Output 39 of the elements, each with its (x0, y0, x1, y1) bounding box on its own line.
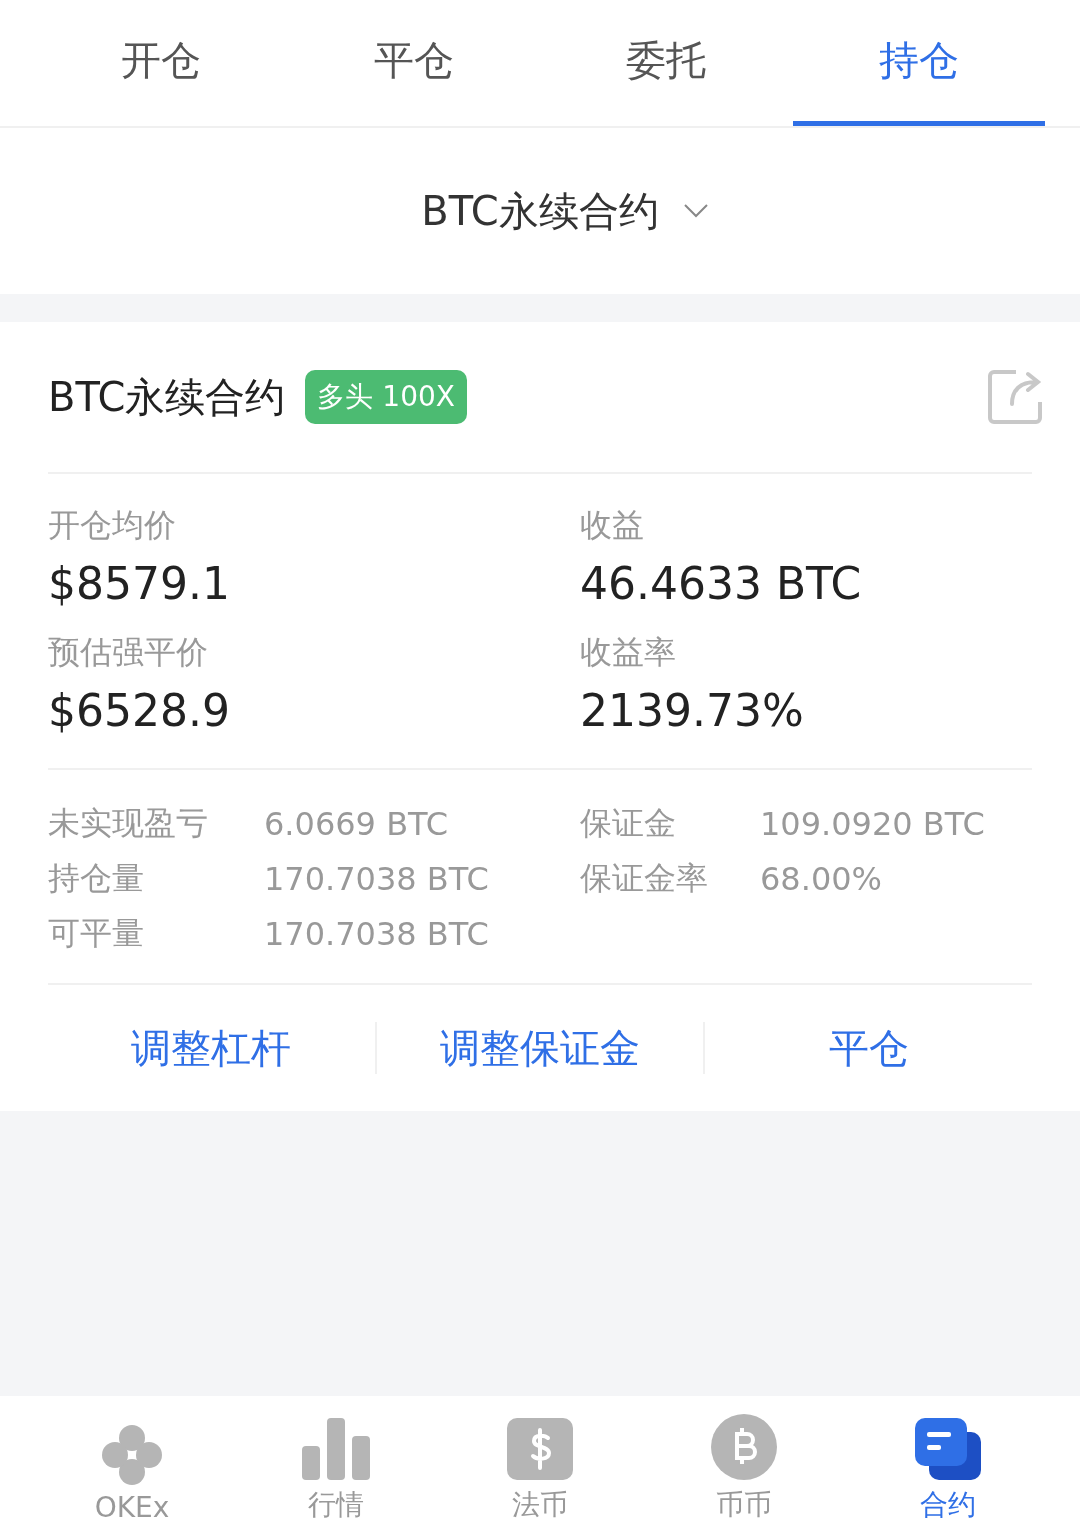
tab[interactable]: 开仓 (35, 0, 288, 126)
action-button[interactable]: 平仓 (705, 1020, 1032, 1076)
nav-item[interactable]: OKEx (30, 1396, 234, 1532)
detail-label: 保证金 (580, 802, 677, 844)
chevron-down-icon (682, 203, 709, 219)
detail-label: 保证金率 (580, 857, 709, 899)
detail-label: 可平量 (48, 912, 145, 954)
tab[interactable]: 委托 (540, 0, 793, 126)
detail-label: 持仓量 (48, 857, 145, 899)
detail-value: 170.7038 BTC (264, 859, 489, 898)
nav-item[interactable]: 行情 (234, 1396, 438, 1532)
detail-value: 68.00% (760, 859, 882, 898)
bitcoin-icon (711, 1414, 777, 1480)
metric-value: $8579.1 (48, 558, 231, 609)
bar-chart-icon (302, 1418, 370, 1480)
contract-dropdown[interactable]: BTC永续合约 (421, 183, 709, 239)
metric-label: 收益率 (580, 632, 677, 673)
action-button[interactable]: 调整杠杆 (48, 1020, 375, 1076)
clover-icon (102, 1425, 162, 1485)
metric-value: $6528.9 (48, 685, 231, 736)
metric-label: 收益 (580, 505, 645, 546)
action-button[interactable]: 调整保证金 (376, 1020, 704, 1076)
tab[interactable]: 平仓 (287, 0, 540, 126)
detail-label: 未实现盈亏 (48, 802, 209, 844)
nav-item[interactable]: 合约 (846, 1396, 1050, 1532)
nav-item[interactable]: 法币 (438, 1396, 642, 1532)
dollar-icon (507, 1418, 573, 1480)
detail-value: 109.0920 BTC (760, 804, 985, 843)
share-icon[interactable] (986, 368, 1044, 426)
position-tag: 多头 100X (305, 370, 467, 424)
detail-value: 170.7038 BTC (264, 914, 489, 953)
document-stack-icon (915, 1418, 981, 1480)
detail-value: 6.0669 BTC (264, 804, 449, 843)
nav-item[interactable]: 币币 (642, 1396, 846, 1532)
contract-title: BTC永续合约 (48, 372, 286, 422)
metric-label: 开仓均价 (48, 505, 177, 546)
metric-label: 预估强平价 (48, 632, 209, 673)
metric-value: 46.4633 BTC (580, 558, 863, 609)
metric-value: 2139.73% (580, 685, 805, 736)
